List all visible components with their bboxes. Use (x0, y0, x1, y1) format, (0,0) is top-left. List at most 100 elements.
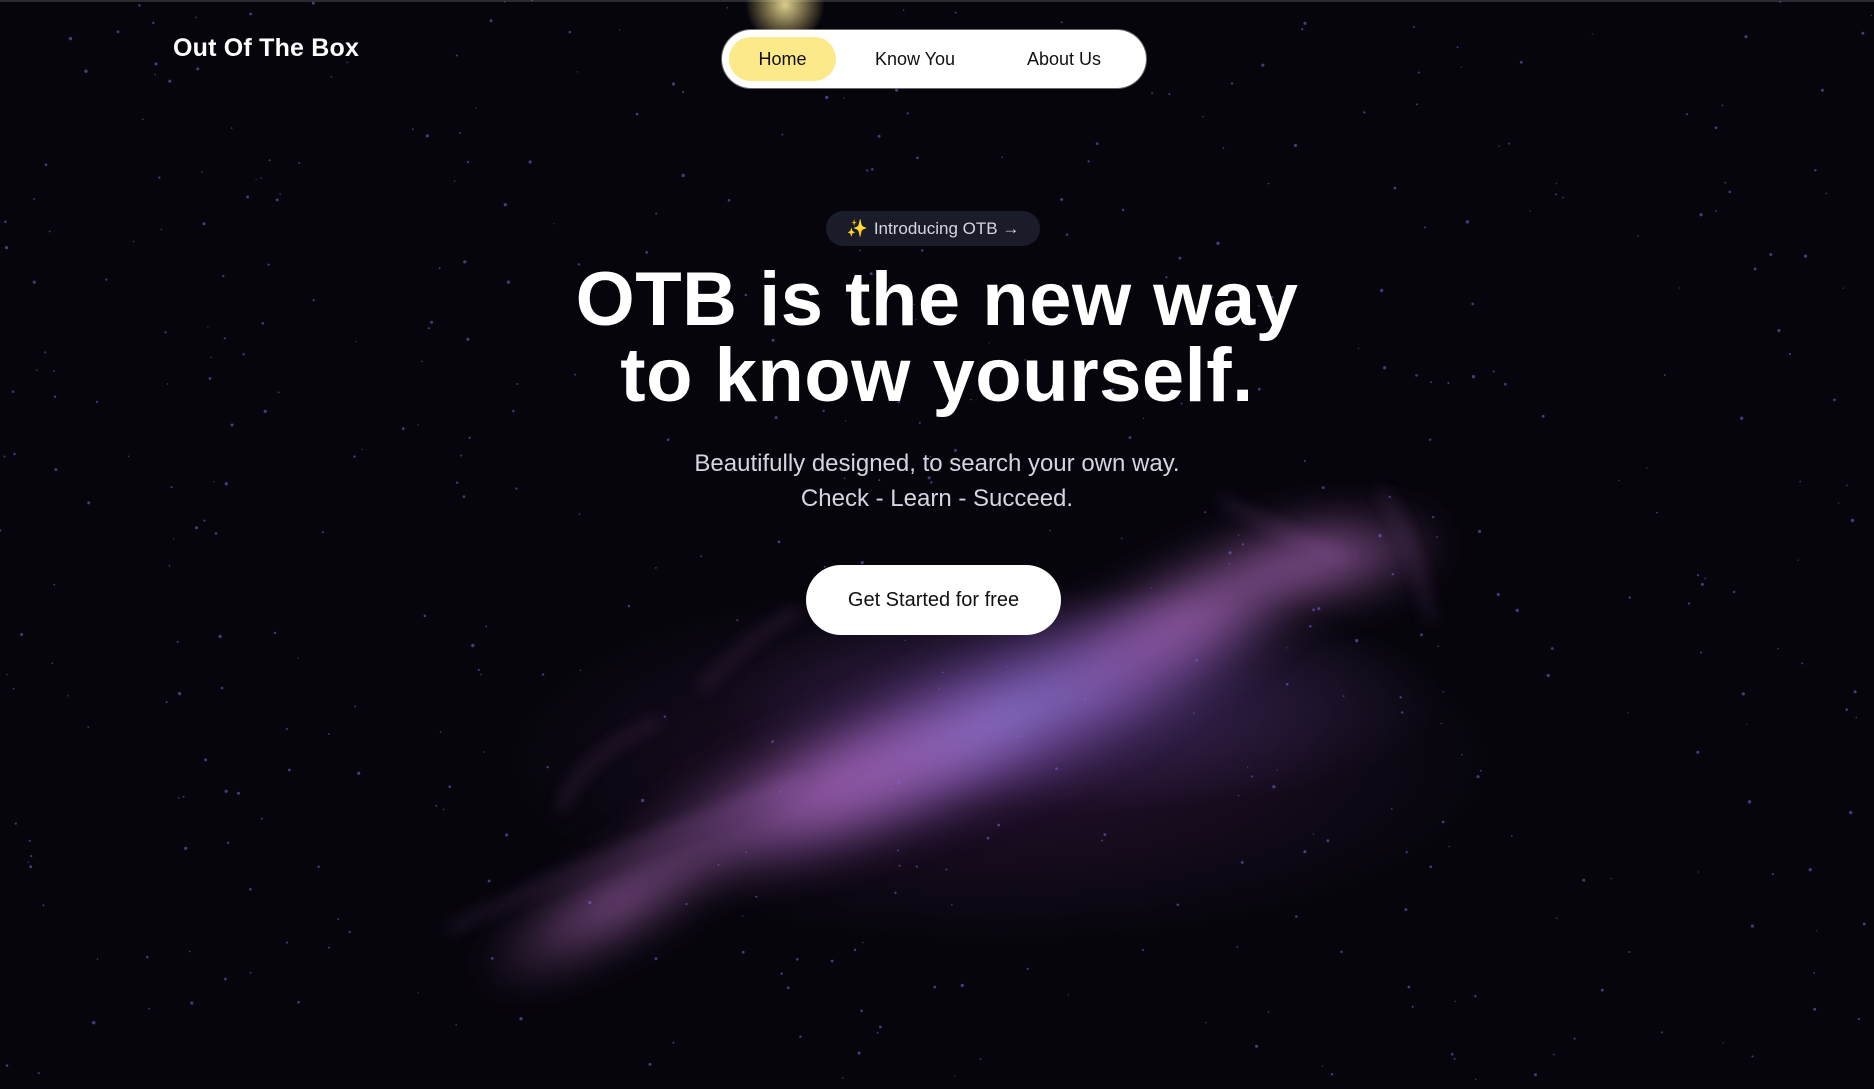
star-particle (11, 390, 15, 394)
star-particle (37, 1072, 40, 1075)
star-particle (427, 327, 430, 330)
star-particle (44, 163, 48, 166)
star-particle (354, 705, 356, 708)
star-particle (1814, 169, 1817, 172)
star-particle (1237, 534, 1240, 536)
star-particle (194, 526, 199, 530)
star-particle (435, 804, 438, 807)
star-particle (844, 420, 847, 422)
star-particle (1312, 608, 1316, 612)
star-particle (895, 88, 899, 92)
star-particle (1295, 915, 1298, 918)
star-particle (442, 808, 445, 810)
star-particle (1222, 147, 1225, 149)
brand-logo-text[interactable]: Out Of The Box (173, 34, 359, 63)
star-particle (213, 481, 215, 483)
star-particle (931, 731, 933, 734)
star-particle (945, 868, 948, 871)
star-particle (1496, 592, 1500, 596)
star-particle (455, 54, 458, 57)
star-particle (51, 662, 54, 665)
star-particle (1610, 877, 1612, 880)
star-particle (1591, 33, 1593, 35)
star-particle (951, 903, 953, 906)
star-particle (727, 198, 731, 202)
star-particle (546, 766, 549, 769)
star-particle (190, 1001, 194, 1005)
star-particle (568, 30, 572, 34)
star-particle (771, 740, 774, 743)
star-particle (1192, 712, 1195, 715)
star-particle (1714, 126, 1718, 130)
star-particle (655, 212, 658, 215)
nav-item-about-us[interactable]: About Us (990, 37, 1138, 81)
star-particle (1508, 142, 1511, 145)
nav-item-know-you[interactable]: Know You (850, 37, 980, 81)
star-particle (261, 322, 265, 325)
star-particle (33, 197, 35, 200)
star-particle (132, 240, 135, 243)
star-particle (1261, 63, 1265, 67)
star-particle (460, 454, 463, 457)
star-particle (1722, 1042, 1725, 1044)
star-particle (3, 455, 6, 458)
introducing-badge[interactable]: ✨ Introducing OTB → (826, 211, 1040, 246)
star-particle (553, 223, 555, 225)
star-particle (1378, 534, 1382, 538)
star-particle (475, 107, 477, 109)
star-particle (906, 112, 909, 115)
star-particle (417, 424, 419, 426)
star-particle (224, 977, 227, 981)
star-particle (1724, 181, 1727, 184)
star-particle (277, 391, 280, 394)
star-particle (1857, 1017, 1860, 1021)
star-particle (1554, 193, 1557, 196)
window-top-border (0, 0, 1874, 2)
star-particle (84, 69, 88, 73)
star-particle (726, 6, 729, 9)
star-particle (1128, 436, 1132, 439)
star-particle (741, 950, 745, 954)
star-particle (857, 1051, 861, 1055)
star-particle (860, 561, 864, 565)
star-particle (894, 891, 897, 895)
star-particle (1529, 210, 1531, 212)
star-particle (904, 639, 906, 641)
star-particle (207, 326, 209, 328)
star-particle (168, 79, 172, 83)
star-particle (160, 228, 163, 230)
star-particle (177, 691, 182, 696)
hero-subtitle: Beautifully designed, to search your own… (537, 446, 1337, 516)
star-particle (979, 1057, 982, 1060)
star-particle (1303, 21, 1307, 25)
star-particle (1312, 833, 1315, 835)
star-particle (1861, 31, 1865, 35)
star-particle (312, 298, 315, 302)
star-particle (1582, 878, 1586, 882)
star-particle (1628, 596, 1631, 599)
star-particle (1697, 871, 1700, 873)
star-particle (1846, 484, 1848, 487)
star-particle (222, 274, 225, 278)
star-particle (401, 427, 405, 430)
star-particle (1550, 647, 1554, 650)
star-particle (1696, 574, 1700, 577)
star-particle (1646, 467, 1648, 469)
star-particle (1101, 839, 1103, 842)
star-particle (417, 992, 419, 994)
star-particle (920, 249, 924, 252)
landing-page: Out Of The Box Home Know You About Us ✨ I… (0, 0, 1874, 1089)
star-particle (430, 320, 434, 324)
star-particle (138, 4, 141, 7)
star-particle (755, 895, 758, 898)
star-particle (663, 715, 667, 718)
star-particle (425, 134, 429, 138)
get-started-button[interactable]: Get Started for free (806, 565, 1061, 635)
main-navigation: Home Know You About Us (722, 30, 1146, 88)
nav-item-home[interactable]: Home (729, 37, 836, 81)
star-particle (311, 1, 315, 5)
star-particle (1546, 673, 1550, 678)
star-particle (152, 21, 155, 25)
star-particle (154, 62, 158, 66)
star-particle (896, 849, 899, 852)
